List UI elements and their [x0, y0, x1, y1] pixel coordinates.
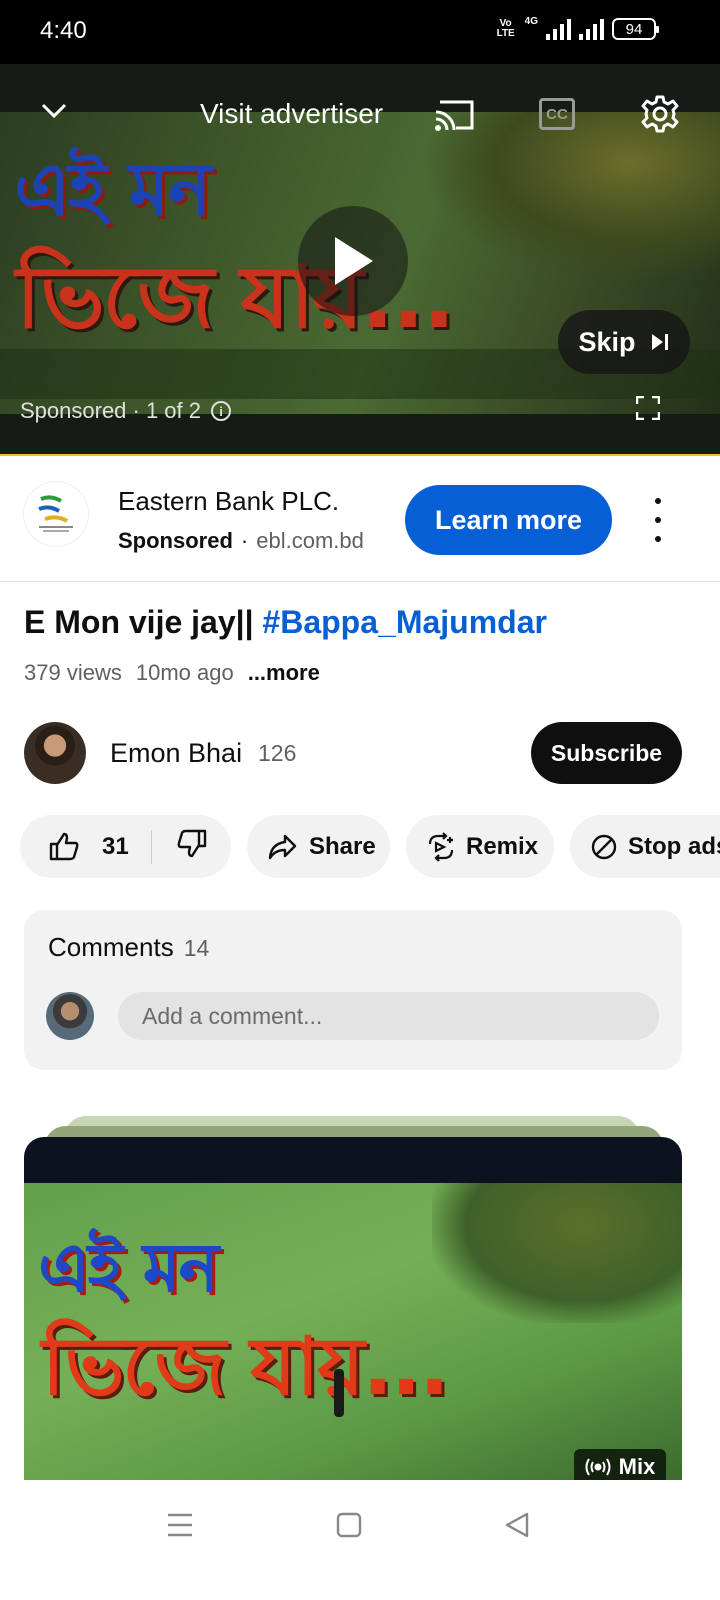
- skip-icon: [651, 334, 668, 350]
- play-icon[interactable]: [298, 206, 408, 316]
- thumbnail-trees: [432, 1183, 682, 1323]
- thumbs-up-icon: [49, 832, 79, 860]
- upload-age: 10mo ago: [135, 660, 234, 685]
- gear-icon[interactable]: [640, 94, 680, 139]
- battery-level: 94: [625, 20, 643, 38]
- remix-label: Remix: [466, 832, 539, 860]
- comments-section[interactable]: Comments 14 Add a comment...: [24, 910, 682, 1070]
- subscriber-count: 126: [258, 740, 297, 766]
- meta-separator: ·: [240, 528, 249, 553]
- status-time: 4:40: [40, 17, 87, 44]
- chevron-down-icon[interactable]: [40, 96, 68, 124]
- advertiser-name: Eastern Bank PLC.: [118, 486, 340, 516]
- fullscreen-icon[interactable]: [635, 395, 661, 425]
- ad-progress-bar: [0, 454, 720, 456]
- share-label: Share: [309, 832, 376, 860]
- video-player[interactable]: এই মন ভিজে যায়... Visit advertiser CC S…: [0, 64, 720, 456]
- like-count: 31: [102, 832, 129, 860]
- mix-radio-icon: [585, 1458, 611, 1476]
- volte-indicator: Vo LTE: [496, 18, 515, 39]
- ad-meta: Sponsored · ebl.com.bd: [118, 528, 364, 554]
- like-button[interactable]: 31: [20, 831, 129, 863]
- skip-label: Skip: [578, 326, 636, 357]
- sponsored-label: Sponsored: [118, 528, 233, 553]
- network-type: 4G: [524, 15, 538, 27]
- mix-badge: Mix: [574, 1449, 666, 1480]
- comments-header: Comments 14: [48, 932, 209, 963]
- share-button[interactable]: Share: [247, 815, 390, 878]
- menu-icon[interactable]: [166, 1512, 194, 1543]
- back-icon[interactable]: [504, 1512, 530, 1543]
- ad-sponsored-indicator: Sponsored · 1 of 2 i: [20, 398, 232, 424]
- battery-icon: 94: [612, 18, 659, 40]
- advertiser-logo[interactable]: [24, 482, 88, 546]
- skip-ad-button[interactable]: Skip: [558, 310, 690, 374]
- info-icon[interactable]: i: [211, 401, 232, 421]
- captions-icon[interactable]: CC: [539, 98, 575, 130]
- channel-name[interactable]: Emon Bhai: [110, 738, 242, 769]
- dislike-button[interactable]: [176, 827, 208, 866]
- share-icon: [268, 834, 297, 859]
- advertiser-domain: ebl.com.bd: [256, 528, 364, 553]
- user-avatar: [46, 992, 94, 1040]
- comments-count: 14: [183, 935, 210, 961]
- signal-icon-2: [579, 18, 604, 40]
- more-options-icon[interactable]: [648, 498, 668, 542]
- channel-avatar[interactable]: [24, 722, 86, 784]
- stop-ads-label: Stop ads: [628, 832, 720, 860]
- like-divider: [150, 829, 152, 864]
- ad-card[interactable]: Eastern Bank PLC. Sponsored · ebl.com.bd…: [0, 458, 720, 582]
- sponsored-count: Sponsored · 1 of 2: [20, 398, 202, 423]
- system-nav-bar: [0, 1480, 720, 1600]
- cast-icon[interactable]: [434, 98, 476, 137]
- like-dislike-pill: 31: [20, 815, 231, 878]
- remix-button[interactable]: Remix: [406, 815, 554, 878]
- block-icon: [591, 834, 617, 859]
- title-hashtag[interactable]: #Bappa_Majumdar: [262, 604, 547, 640]
- next-thumbnail-text-line2: ভিজে যায়...: [42, 1320, 450, 1413]
- thumbs-down-icon: [177, 829, 206, 858]
- thumbnail-person: [334, 1369, 344, 1417]
- title-text: E Mon vije jay||: [24, 604, 263, 640]
- visit-advertiser-link[interactable]: Visit advertiser: [200, 98, 383, 130]
- learn-more-button[interactable]: Learn more: [405, 485, 612, 555]
- next-video-thumbnail[interactable]: এই মন ভিজে যায়... Mix: [24, 1137, 682, 1480]
- status-bar: 4:40 Vo LTE 4G 94: [0, 0, 720, 64]
- home-icon[interactable]: [336, 1512, 362, 1543]
- video-meta[interactable]: 379 views 10mo ago ...more: [24, 660, 320, 686]
- status-icons: Vo LTE 4G 94: [495, 15, 659, 40]
- video-title[interactable]: E Mon vije jay|| #Bappa_Majumdar: [24, 604, 547, 641]
- player-top-controls: Visit advertiser CC: [0, 64, 720, 164]
- mix-label: Mix: [618, 1454, 656, 1479]
- view-count: 379 views: [24, 660, 122, 685]
- comments-title: Comments: [48, 932, 174, 962]
- add-comment-input[interactable]: Add a comment...: [118, 992, 659, 1040]
- more-link[interactable]: ...more: [248, 660, 320, 686]
- remix-icon: [428, 831, 454, 862]
- signal-icon: [546, 18, 571, 40]
- subscribe-button[interactable]: Subscribe: [531, 722, 682, 784]
- stop-ads-button[interactable]: Stop ads: [570, 815, 720, 878]
